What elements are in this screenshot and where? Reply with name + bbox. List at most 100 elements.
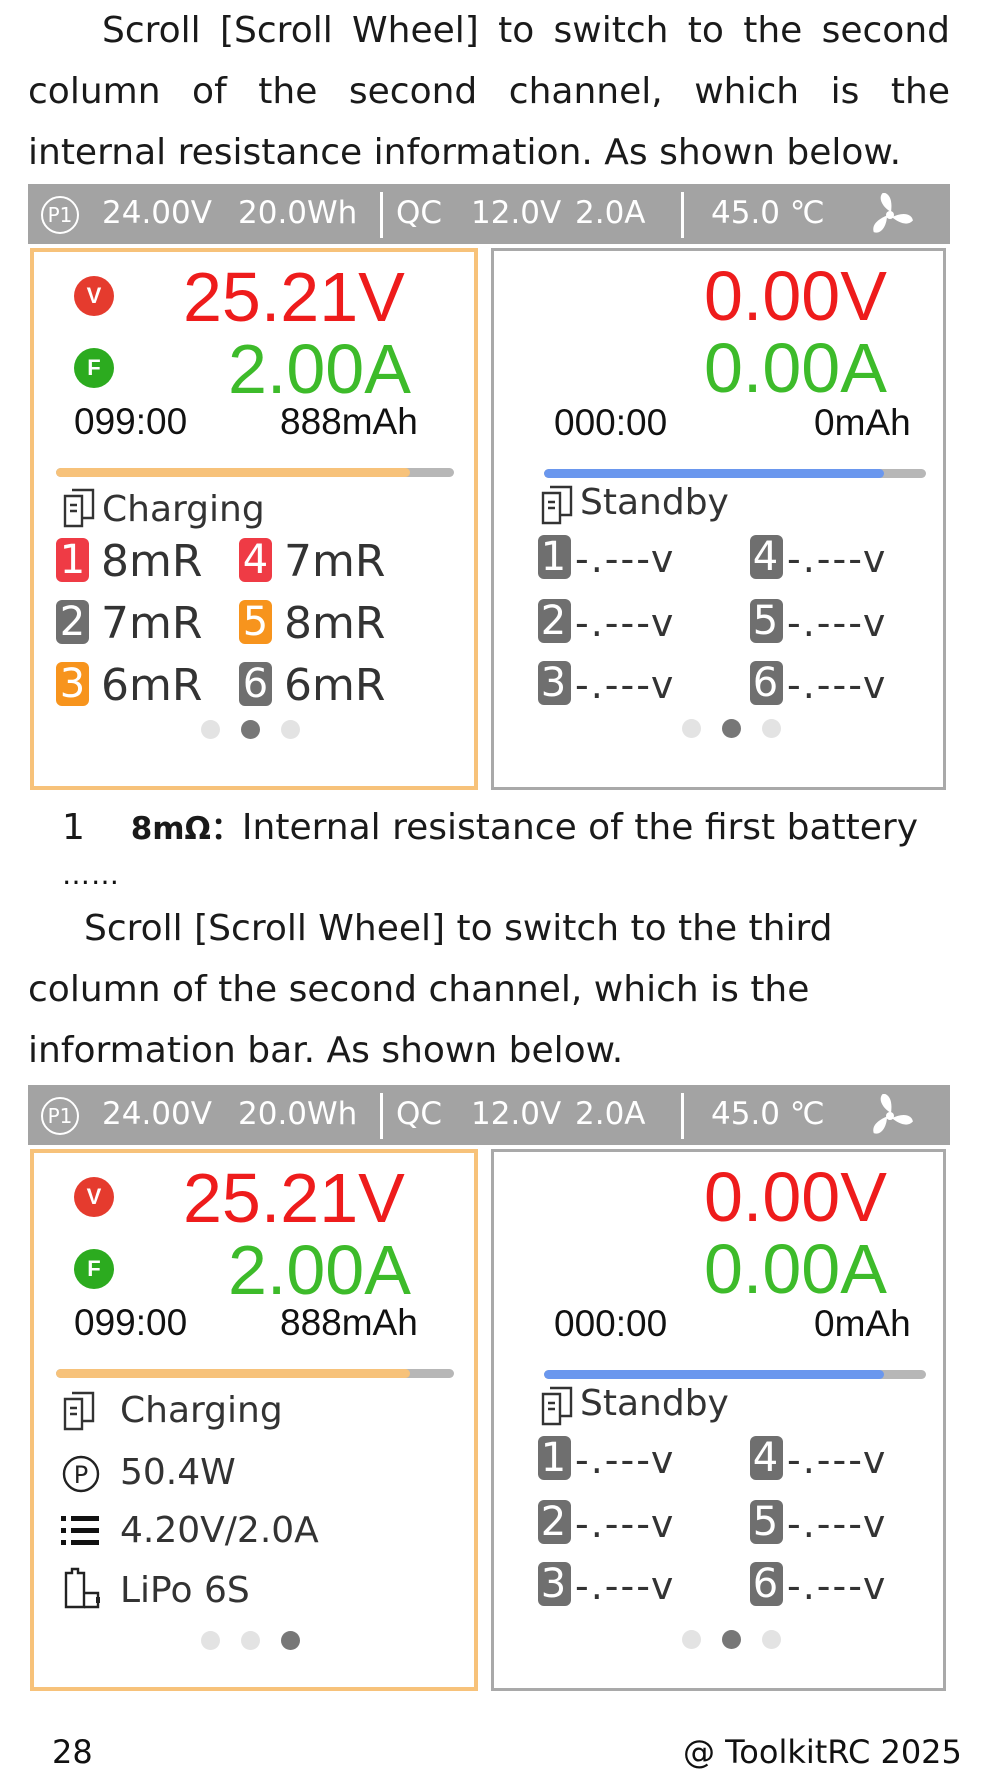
- page-dot: [281, 1631, 300, 1650]
- channel-1-panel: V 25.21V F 2.00A 099:00 888mAh Charging …: [30, 248, 478, 790]
- channel-1-status: Charging: [102, 489, 265, 530]
- cell-number: 6: [750, 1562, 783, 1606]
- cell-resistance: 7mR: [284, 536, 386, 587]
- cell-voltage: -.---v: [787, 663, 888, 707]
- cell-voltage: -.---v: [787, 1564, 888, 1608]
- charger-screen-resistance: P1 24.00V 20.0Wh QC 12.0V 2.0A 45.0 ℃ V …: [28, 184, 950, 793]
- channel-1-progress-bar: [56, 1369, 454, 1378]
- voltage-cell-1: 1 -.---v: [538, 535, 675, 583]
- list-icon: [61, 1516, 99, 1545]
- channel-1-capacity: 888mAh: [280, 1302, 418, 1343]
- qc-voltage: 12.0V: [471, 1096, 562, 1132]
- page-dot: [722, 1630, 741, 1649]
- profile-badge: P1: [41, 196, 79, 234]
- intro-paragraph-2: Scroll [Scroll Wheel] to switch to the t…: [28, 908, 833, 1071]
- channel-2-current: 0.00A: [704, 329, 887, 407]
- channel-2-status: Standby: [580, 1383, 729, 1424]
- cell-number: 3: [538, 661, 571, 705]
- channel-2-panel: 0.00V 0.00A 000:00 0mAh Standby 1 -.---v …: [491, 248, 946, 790]
- voltage-cell-3: 3 -.---v: [538, 1562, 675, 1610]
- page-dot: [682, 1630, 701, 1649]
- energy: 20.0Wh: [238, 1096, 358, 1132]
- voltage-cell-2: 2 -.---v: [538, 1500, 675, 1548]
- channel-2-capacity: 0mAh: [814, 402, 911, 443]
- cell-voltage: -.---v: [575, 1438, 676, 1482]
- cell-resistance: 8mR: [284, 598, 386, 649]
- clipboard-icon: [63, 488, 95, 528]
- channel-1-current: 2.00A: [228, 330, 411, 408]
- cell-resistance: 6mR: [284, 660, 386, 711]
- battery-icon: [64, 1567, 100, 1609]
- voltage-cell-1: 1 -.---v: [538, 1436, 675, 1484]
- cell-number: 1: [56, 538, 89, 582]
- cell-voltage: -.---v: [575, 537, 676, 581]
- current-badge: F: [74, 1249, 114, 1289]
- energy: 20.0Wh: [238, 195, 358, 231]
- page-indicator: [201, 720, 301, 740]
- page-indicator: [682, 1630, 782, 1650]
- progress-fill: [544, 469, 884, 478]
- channel-2-capacity: 0mAh: [814, 1303, 911, 1344]
- resistance-cell-1: 1 8mR: [56, 538, 202, 586]
- qc-label: QC: [396, 1096, 443, 1132]
- cell-number: 2: [56, 600, 89, 644]
- charger-screen-info: P1 24.00V 20.0Wh QC 12.0V 2.0A 45.0 ℃ V …: [28, 1085, 950, 1694]
- progress-fill: [56, 1369, 411, 1378]
- clipboard-icon: [541, 485, 573, 525]
- divider: [681, 192, 684, 238]
- channel-2-progress-bar: [544, 1370, 926, 1379]
- resistance-cell-4: 4 7mR: [239, 538, 385, 586]
- resistance-note: 1 8mΩ：Internal resistance of the first b…: [62, 806, 918, 851]
- cell-resistance: 7mR: [101, 598, 203, 649]
- temperature: 45.0 ℃: [711, 195, 825, 231]
- note-text: Internal resistance of the first battery: [241, 807, 919, 848]
- cell-voltage: -.---v: [787, 1438, 888, 1482]
- divider: [681, 1093, 684, 1139]
- cell-number: 3: [538, 1562, 571, 1606]
- cell-resistance: 8mR: [101, 536, 203, 587]
- channel-2-status: Standby: [580, 482, 729, 523]
- voltage-cell-6: 6 -.---v: [750, 661, 887, 709]
- progress-fill: [56, 468, 411, 477]
- battery-type: LiPo 6S: [120, 1570, 250, 1611]
- voltage-cell-6: 6 -.---v: [750, 1562, 887, 1610]
- resistance-cell-3: 3 6mR: [56, 662, 202, 710]
- voltage-cell-2: 2 -.---v: [538, 599, 675, 647]
- cell-number: 5: [239, 600, 272, 644]
- resistance-cell-2: 2 7mR: [56, 600, 202, 648]
- cell-number: 4: [750, 1436, 783, 1480]
- page-dot: [201, 720, 220, 739]
- status-bar: P1 24.00V 20.0Wh QC 12.0V 2.0A 45.0 ℃: [28, 1085, 950, 1145]
- qc-current: 2.0A: [575, 1096, 646, 1132]
- svg-text:P: P: [74, 1461, 88, 1489]
- cell-number: 2: [538, 599, 571, 643]
- channel-1-time: 099:00: [74, 401, 188, 442]
- page-number: 28: [52, 1733, 93, 1771]
- page-dot: [682, 719, 701, 738]
- charge-setting: 4.20V/2.0A: [120, 1510, 319, 1551]
- channel-1-voltage: 25.21V: [183, 258, 405, 336]
- temperature: 45.0 ℃: [711, 1096, 825, 1132]
- note-value: 8mΩ：: [130, 811, 242, 847]
- qc-label: QC: [396, 195, 443, 231]
- cell-number: 3: [56, 662, 89, 706]
- clipboard-icon: [541, 1386, 573, 1426]
- progress-fill: [544, 1370, 884, 1379]
- copyright: @ ToolkitRC 2025: [683, 1733, 962, 1771]
- divider: [380, 192, 383, 238]
- resistance-cell-6: 6 6mR: [239, 662, 385, 710]
- channel-1-time: 099:00: [74, 1302, 188, 1343]
- cell-voltage: -.---v: [575, 663, 676, 707]
- voltage-cell-3: 3 -.---v: [538, 661, 675, 709]
- channel-1-current: 2.00A: [228, 1231, 411, 1309]
- voltage-cell-4: 4 -.---v: [750, 1436, 887, 1484]
- voltage-cell-4: 4 -.---v: [750, 535, 887, 583]
- divider: [380, 1093, 383, 1139]
- qc-current: 2.0A: [575, 195, 646, 231]
- cell-number: 6: [750, 661, 783, 705]
- fan-icon: [873, 193, 913, 233]
- cell-number: 1: [538, 535, 571, 579]
- channel-2-voltage: 0.00V: [704, 257, 887, 335]
- fan-icon: [873, 1094, 913, 1134]
- resistance-cell-5: 5 8mR: [239, 600, 385, 648]
